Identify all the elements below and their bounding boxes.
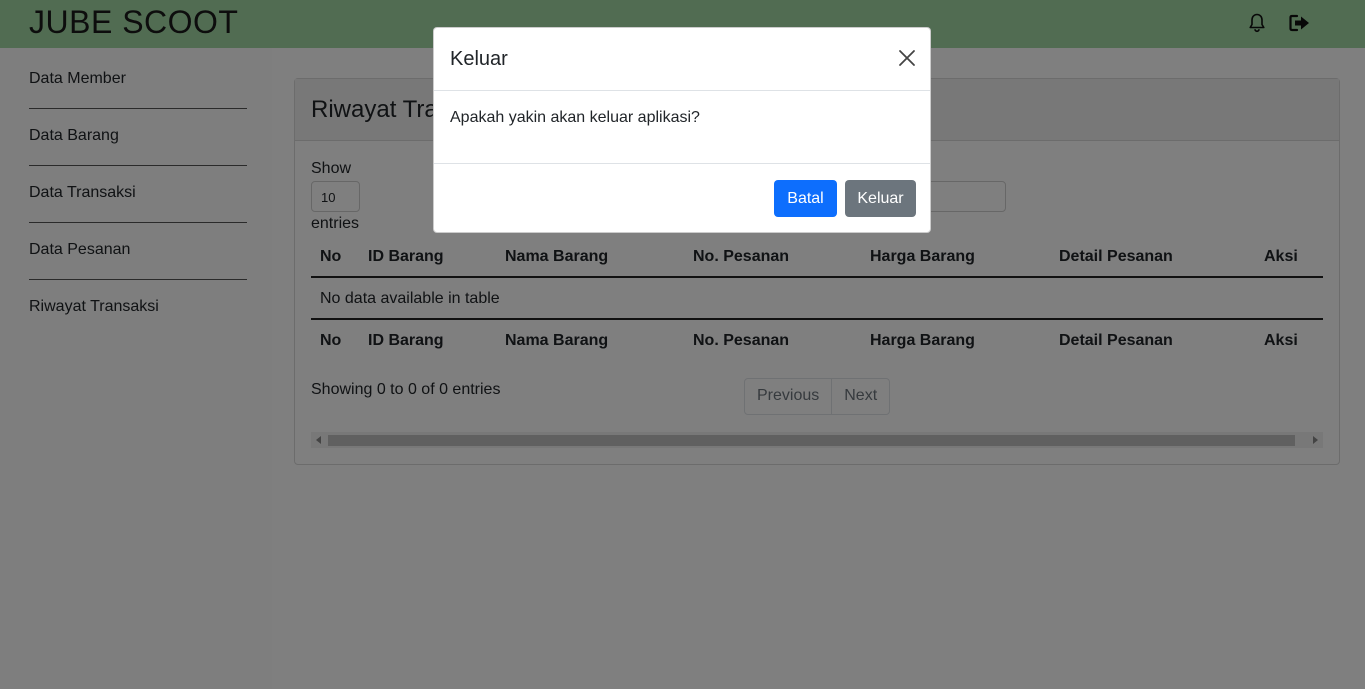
- modal-message: Apakah yakin akan keluar aplikasi?: [450, 109, 700, 126]
- close-icon[interactable]: [897, 48, 917, 68]
- modal-title: Keluar: [450, 48, 508, 70]
- modal-footer: Batal Keluar: [434, 163, 930, 233]
- cancel-button[interactable]: Batal: [774, 180, 837, 217]
- modal-header: Keluar: [434, 28, 930, 91]
- logout-confirm-dialog: Keluar Apakah yakin akan keluar aplikasi…: [433, 27, 931, 233]
- confirm-logout-button[interactable]: Keluar: [845, 180, 916, 217]
